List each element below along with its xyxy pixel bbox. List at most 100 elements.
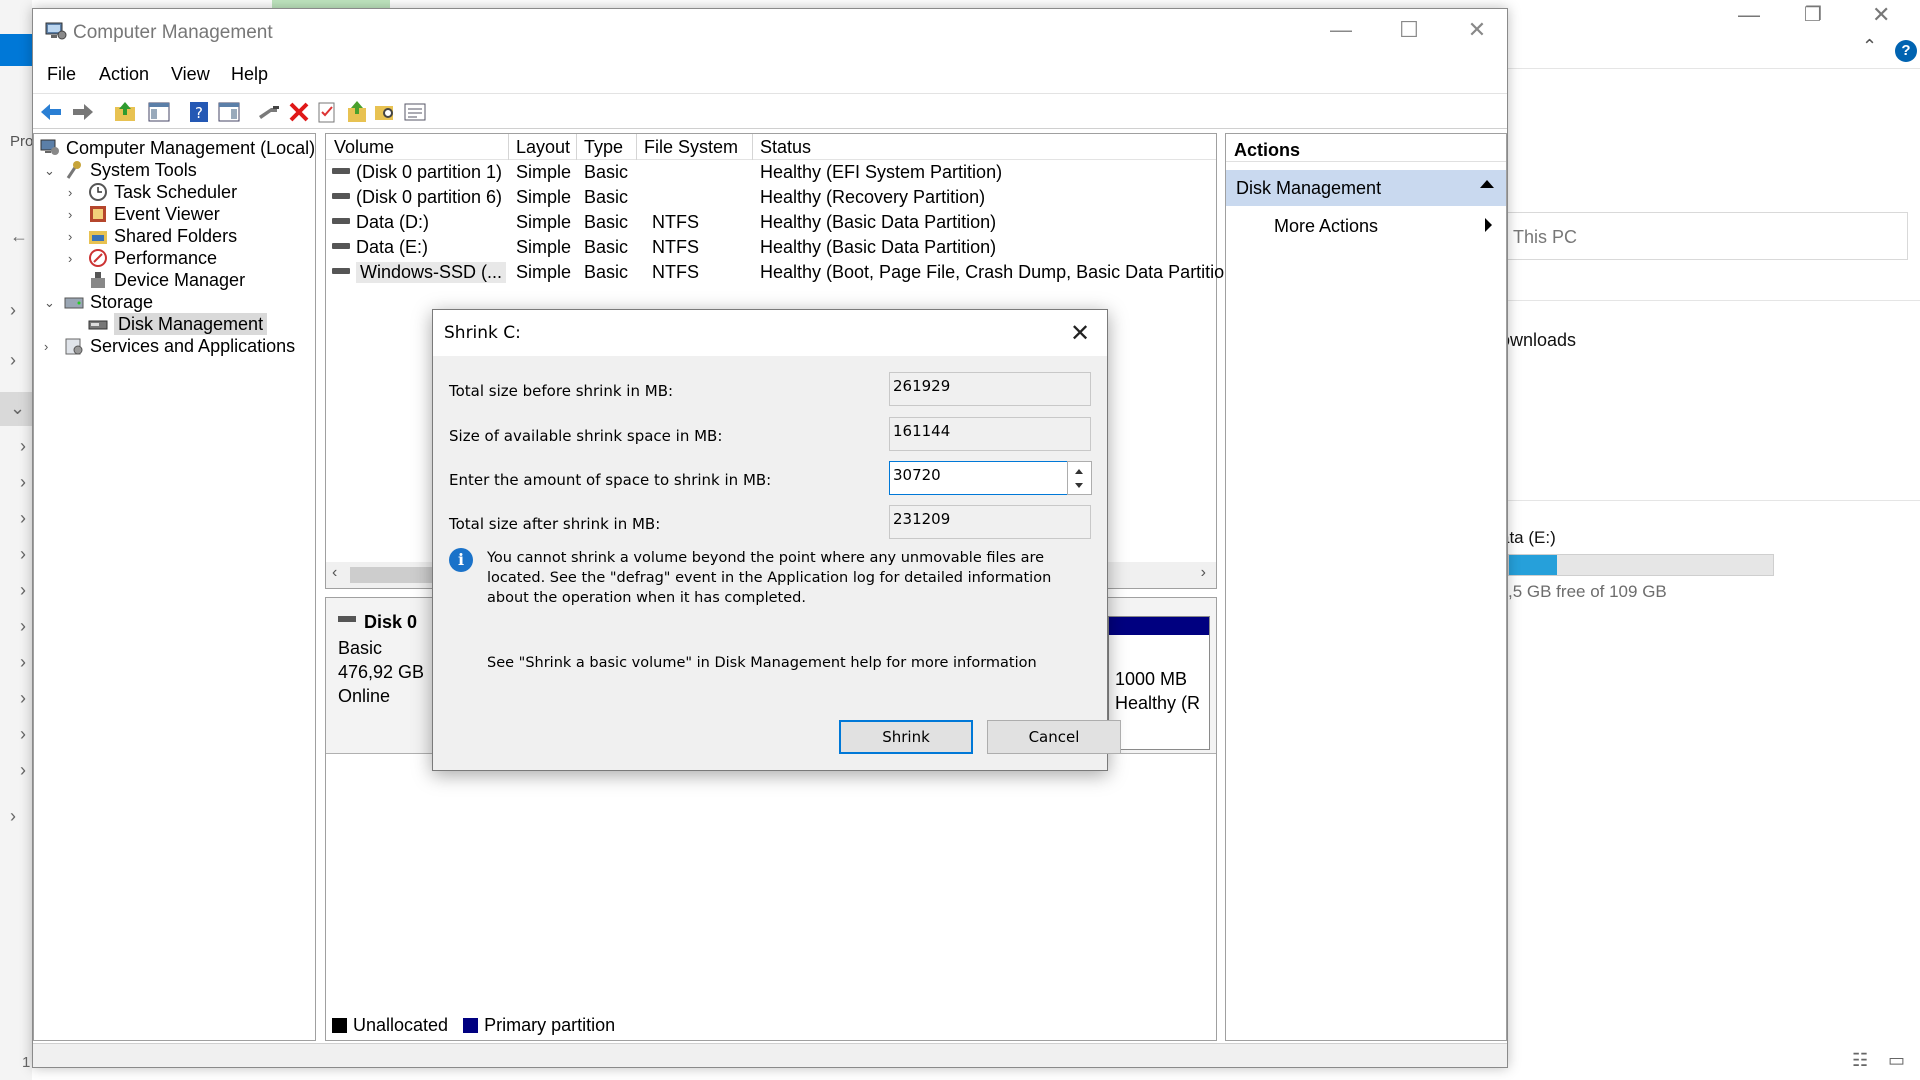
submenu-arrow-icon[interactable] [1485, 218, 1492, 232]
tree-item-computer-management[interactable]: Computer Management (Local) [40, 138, 315, 159]
column-divider[interactable] [508, 134, 509, 160]
disk-state: Online [338, 686, 391, 706]
chevron-right-icon[interactable]: › [20, 508, 26, 529]
chevron-right-icon[interactable]: › [20, 652, 26, 673]
spin-down-icon[interactable] [1075, 483, 1083, 488]
actions-section-disk-management[interactable]: Disk Management [1226, 170, 1506, 206]
expand-icon[interactable]: › [68, 185, 72, 200]
volume-row[interactable]: (Disk 0 partition 1) Simple Basic Health… [326, 160, 1216, 185]
status-bar [33, 1043, 1507, 1067]
shrink-button[interactable]: Shrink [839, 720, 973, 754]
explorer-close-button[interactable]: ✕ [1872, 2, 1890, 28]
back-icon[interactable] [39, 100, 63, 124]
dialog-title-bar[interactable]: Shrink C: ✕ [433, 310, 1107, 356]
explorer-file-tab[interactable] [0, 34, 32, 66]
shrink-amount-spinner[interactable] [1067, 461, 1092, 495]
chevron-right-icon[interactable]: › [10, 350, 16, 371]
section-divider [1500, 500, 1920, 501]
menu-file[interactable]: File [47, 64, 76, 85]
column-header-file-system[interactable]: File System [644, 137, 738, 158]
ribbon-collapse-icon[interactable]: ⌃ [1862, 36, 1877, 57]
maximize-button[interactable]: ☐ [1379, 17, 1439, 47]
details-view-icon[interactable]: ☷ [1852, 1050, 1868, 1071]
event-viewer-icon [90, 206, 106, 222]
help-icon[interactable]: ? [187, 100, 211, 124]
chevron-right-icon[interactable]: › [10, 806, 16, 827]
tree-item-task-scheduler[interactable]: › Task Scheduler [68, 182, 237, 203]
volume-layout: Simple [516, 187, 572, 207]
expand-icon[interactable]: › [68, 251, 72, 266]
column-header-layout[interactable]: Layout [516, 137, 570, 158]
collapse-triangle-icon[interactable] [1480, 180, 1494, 188]
chevron-right-icon[interactable]: › [20, 580, 26, 601]
up-folder-icon[interactable] [113, 100, 137, 124]
column-header-status[interactable]: Status [760, 137, 811, 158]
chevron-right-icon[interactable]: › [10, 300, 16, 321]
column-divider[interactable] [752, 134, 753, 160]
scroll-right-icon[interactable]: › [1201, 564, 1206, 582]
chevron-right-icon[interactable]: › [20, 724, 26, 745]
more-actions-item[interactable]: More Actions [1274, 216, 1378, 237]
chevron-right-icon[interactable]: › [20, 688, 26, 709]
collapse-icon[interactable]: ⌄ [44, 295, 55, 311]
volume-name: (Disk 0 partition 6) [356, 187, 503, 207]
menu-help[interactable]: Help [231, 64, 268, 85]
volume-row[interactable]: Data (E:) Simple Basic NTFS Healthy (Bas… [326, 235, 1216, 260]
expand-icon[interactable]: › [68, 229, 72, 244]
column-header-type[interactable]: Type [584, 137, 623, 158]
dialog-close-button[interactable]: ✕ [1063, 316, 1097, 350]
tree-item-device-manager[interactable]: Device Manager [88, 270, 245, 291]
tree-item-performance[interactable]: › Performance [68, 248, 217, 269]
forward-icon[interactable] [71, 100, 95, 124]
chevron-right-icon[interactable]: › [20, 436, 26, 457]
minimize-button[interactable]: — [1311, 17, 1371, 47]
spin-up-icon[interactable] [1075, 469, 1083, 474]
column-divider[interactable] [636, 134, 637, 160]
tree-item-storage[interactable]: ⌄ Storage [44, 292, 153, 313]
properties-icon[interactable] [315, 100, 339, 124]
column-header-volume[interactable]: Volume [334, 137, 394, 158]
back-arrow-icon[interactable]: ← [10, 226, 28, 247]
explorer-restore-button[interactable]: ❐ [1804, 2, 1822, 27]
chevron-right-icon[interactable]: › [20, 472, 26, 493]
chevron-right-icon[interactable]: › [20, 616, 26, 637]
connect-icon[interactable] [257, 100, 281, 124]
tree-item-system-tools[interactable]: ⌄ System Tools [44, 160, 197, 181]
column-divider[interactable] [576, 134, 577, 160]
properties-pane-icon[interactable] [217, 100, 241, 124]
menu-action[interactable]: Action [99, 64, 149, 85]
expand-icon[interactable]: › [44, 339, 48, 354]
drive-data-e-label[interactable]: ata (E:) [1500, 528, 1556, 548]
explorer-minimize-button[interactable]: — [1738, 2, 1760, 28]
title-bar[interactable]: Computer Management — ☐ ✕ [33, 9, 1507, 55]
delete-icon[interactable] [287, 100, 311, 124]
volume-row[interactable]: Windows-SSD (... Simple Basic NTFS Healt… [326, 260, 1234, 285]
large-icons-view-icon[interactable]: ▭ [1888, 1050, 1905, 1071]
tree-item-shared-folders[interactable]: › Shared Folders [68, 226, 237, 247]
status-count: 1 [22, 1054, 31, 1071]
cancel-button[interactable]: Cancel [987, 720, 1121, 754]
tree-item-event-viewer[interactable]: › Event Viewer [68, 204, 220, 225]
chevron-right-icon[interactable]: › [20, 544, 26, 565]
collapse-icon[interactable]: ⌄ [44, 163, 55, 179]
chevron-down-icon[interactable]: ⌄ [10, 398, 25, 419]
list-view-icon[interactable] [403, 100, 427, 124]
shrink-amount-input[interactable]: 30720 [889, 461, 1069, 495]
folder-search-icon[interactable] [373, 100, 397, 124]
volume-row[interactable]: (Disk 0 partition 6) Simple Basic Health… [326, 185, 1216, 210]
tree-item-services-and-applications[interactable]: › Services and Applications [44, 336, 295, 357]
scroll-left-icon[interactable]: ‹ [332, 564, 337, 582]
show-hide-tree-icon[interactable] [147, 100, 171, 124]
menu-view[interactable]: View [171, 64, 210, 85]
chevron-right-icon[interactable]: › [20, 760, 26, 781]
export-list-icon[interactable] [345, 100, 369, 124]
available-shrink-field: 161144 [889, 417, 1091, 451]
close-button[interactable]: ✕ [1447, 17, 1507, 47]
volume-row[interactable]: Data (D:) Simple Basic NTFS Healthy (Bas… [326, 210, 1216, 235]
address-bar[interactable]: This PC [1500, 212, 1908, 260]
recovery-partition-block[interactable]: 1000 MB Healthy (R [1108, 616, 1210, 750]
expand-icon[interactable]: › [68, 207, 72, 222]
tree-item-disk-management[interactable]: Disk Management [88, 313, 268, 335]
help-icon[interactable]: ? [1895, 40, 1917, 62]
folder-downloads[interactable]: ownloads [1500, 330, 1576, 351]
